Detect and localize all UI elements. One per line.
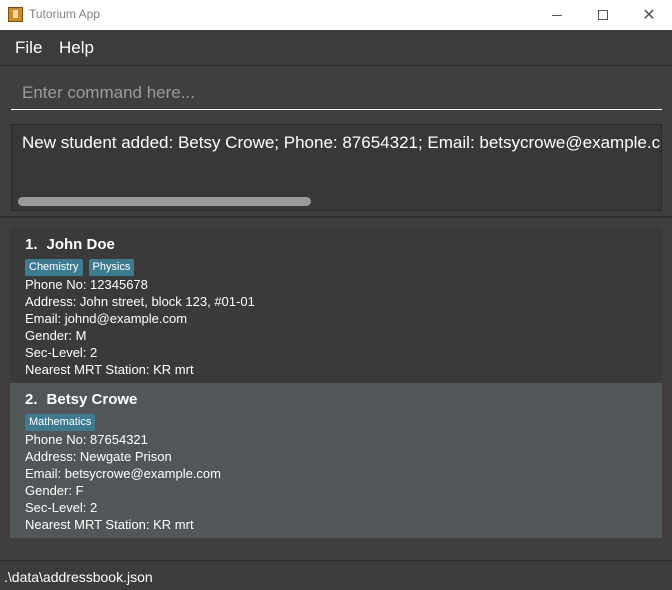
student-mrt: Nearest MRT Station: KR mrt	[25, 517, 194, 532]
minimize-icon	[552, 14, 562, 16]
student-phone: Phone No: 12345678	[25, 277, 148, 292]
student-email: Email: betsycrowe@example.com	[25, 466, 221, 481]
student-sec-level: Sec-Level: 2	[25, 500, 98, 515]
minimize-button[interactable]	[534, 0, 580, 30]
command-box	[0, 66, 672, 118]
command-input[interactable]	[11, 76, 662, 110]
menu-bar: File Help	[0, 30, 672, 66]
student-name: John Doe	[46, 236, 115, 253]
subject-tag: Mathematics	[25, 414, 96, 431]
result-text: New student added: Betsy Crowe; Phone: 8…	[22, 133, 662, 152]
menu-file[interactable]: File	[15, 38, 42, 58]
student-mrt: Nearest MRT Station: KR mrt	[25, 362, 194, 377]
tag-list: Mathematics	[25, 414, 96, 431]
subject-tag: Physics	[88, 259, 135, 276]
student-card[interactable]: 1. John Doe Chemistry Physics Phone No: 1…	[10, 228, 662, 383]
student-index: 2.	[25, 391, 38, 408]
student-gender: Gender: F	[25, 483, 84, 498]
student-name: Betsy Crowe	[46, 391, 138, 408]
maximize-icon	[598, 10, 608, 20]
tag-list: Chemistry Physics	[25, 259, 135, 276]
student-phone: Phone No: 87654321	[25, 432, 148, 447]
close-icon: ✕	[642, 7, 656, 24]
student-address: Address: John street, block 123, #01-01	[25, 294, 255, 309]
title-bar: Tutorium App ✕	[0, 0, 672, 30]
subject-tag: Chemistry	[25, 259, 83, 276]
student-address: Address: Newgate Prison	[25, 449, 172, 464]
student-gender: Gender: M	[25, 328, 87, 343]
student-header: 1. John Doe	[25, 236, 115, 253]
horizontal-scrollbar[interactable]	[18, 197, 311, 206]
maximize-button[interactable]	[580, 0, 626, 30]
status-bar: .\data\addressbook.json	[0, 560, 672, 590]
app-icon	[8, 7, 23, 22]
student-header: 2. Betsy Crowe	[25, 391, 137, 408]
menu-help[interactable]: Help	[59, 38, 94, 58]
result-display: New student added: Betsy Crowe; Phone: 8…	[11, 124, 662, 211]
close-button[interactable]: ✕	[626, 0, 672, 30]
student-sec-level: Sec-Level: 2	[25, 345, 98, 360]
data-file-path: .\data\addressbook.json	[4, 569, 153, 585]
student-email: Email: johnd@example.com	[25, 311, 188, 326]
window-title: Tutorium App	[29, 7, 100, 21]
student-list: 1. John Doe Chemistry Physics Phone No: 1…	[0, 218, 672, 560]
student-index: 1.	[25, 236, 38, 253]
student-card-selected[interactable]: 2. Betsy Crowe Mathematics Phone No: 8765…	[10, 383, 662, 538]
